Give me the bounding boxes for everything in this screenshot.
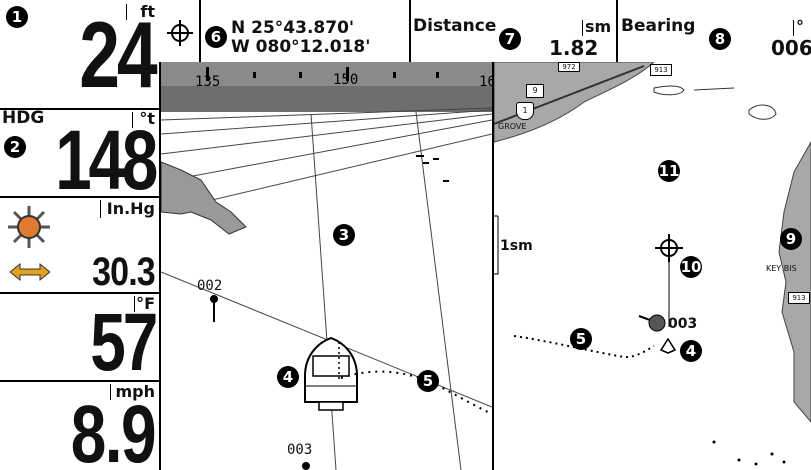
road-sign: 913 (650, 64, 672, 76)
callout-9: 9 (780, 228, 802, 250)
callout-4: 4 (277, 366, 299, 388)
callout-11: 11 (658, 160, 680, 182)
unit-divider (100, 200, 101, 218)
separator (199, 0, 201, 62)
callout-4: 4 (680, 340, 702, 362)
callout-1: 1 (6, 6, 28, 28)
callout-7: 7 (499, 28, 521, 50)
distance-label: Distance (413, 16, 497, 36)
callout-6: 6 (205, 26, 227, 48)
compass-tick: 16 (479, 74, 492, 90)
3d-view-pane[interactable]: 135 150 16 3 002 4 5 003 (161, 62, 492, 470)
road-sign: 972 (558, 62, 580, 72)
bearing-value: 006 (771, 36, 811, 60)
distance-unit: sm (585, 17, 612, 36)
sun-icon (6, 204, 52, 250)
depth-value: 24 (79, 2, 158, 107)
road-sign: 9 (526, 84, 544, 98)
callout-5: 5 (570, 328, 592, 350)
bearing-label: Bearing (621, 16, 696, 36)
position-lon: W 080°12.018' (231, 37, 371, 57)
compass-tick: 135 (195, 74, 221, 90)
separator (409, 0, 411, 62)
callout-8: 8 (709, 28, 731, 50)
cursor-icon[interactable] (655, 234, 683, 262)
chart-scale: 1sm (500, 238, 533, 254)
arrows-icon (9, 262, 51, 282)
unit-divider (582, 20, 583, 36)
pressure-value: 30.3 (92, 250, 156, 294)
callout-3: 3 (333, 224, 355, 246)
unit-divider (793, 20, 794, 36)
waypoint-label: 003 (287, 442, 313, 458)
boat-icon (659, 337, 677, 354)
distance-value: 1.82 (549, 36, 599, 60)
waypoint-label: 002 (197, 278, 223, 294)
temperature-value: 57 (90, 297, 158, 388)
position-lat: N 25°43.870' (231, 18, 355, 38)
boat-icon (301, 336, 361, 414)
pressure-unit: In.Hg (106, 199, 155, 218)
chart-view-pane[interactable]: 9 1 913 972 913 GROVE KEY BIS 11 9 1sm 1… (494, 62, 811, 470)
divider (0, 196, 159, 198)
road-sign: 1 (516, 102, 534, 120)
crosshair-icon (167, 20, 193, 46)
callout-5: 5 (417, 370, 439, 392)
bearing-unit: ° (796, 17, 804, 36)
place-label: KEY BIS (766, 264, 797, 273)
nav-topbar: 6 N 25°43.870' W 080°12.018' Distance 7 … (159, 0, 811, 64)
separator (616, 0, 618, 62)
compass-tick: 150 (333, 72, 359, 88)
waypoint-label: 003 (668, 316, 698, 332)
callout-10: 10 (680, 256, 702, 278)
heading-value: 148 (55, 113, 158, 207)
waypoint-icon[interactable] (648, 314, 666, 332)
callout-2: 2 (4, 136, 26, 158)
speed-value: 8.9 (70, 389, 157, 470)
gauges-panel: 1 ft 24 HDG °t 2 148 In.Hg 30.3 °F 57 mp… (0, 0, 161, 470)
place-label: GROVE (498, 122, 527, 131)
road-sign: 913 (788, 292, 810, 304)
waypoint-icon[interactable] (209, 294, 219, 324)
heading-label: HDG (2, 108, 45, 128)
waypoint-icon[interactable] (301, 458, 311, 470)
